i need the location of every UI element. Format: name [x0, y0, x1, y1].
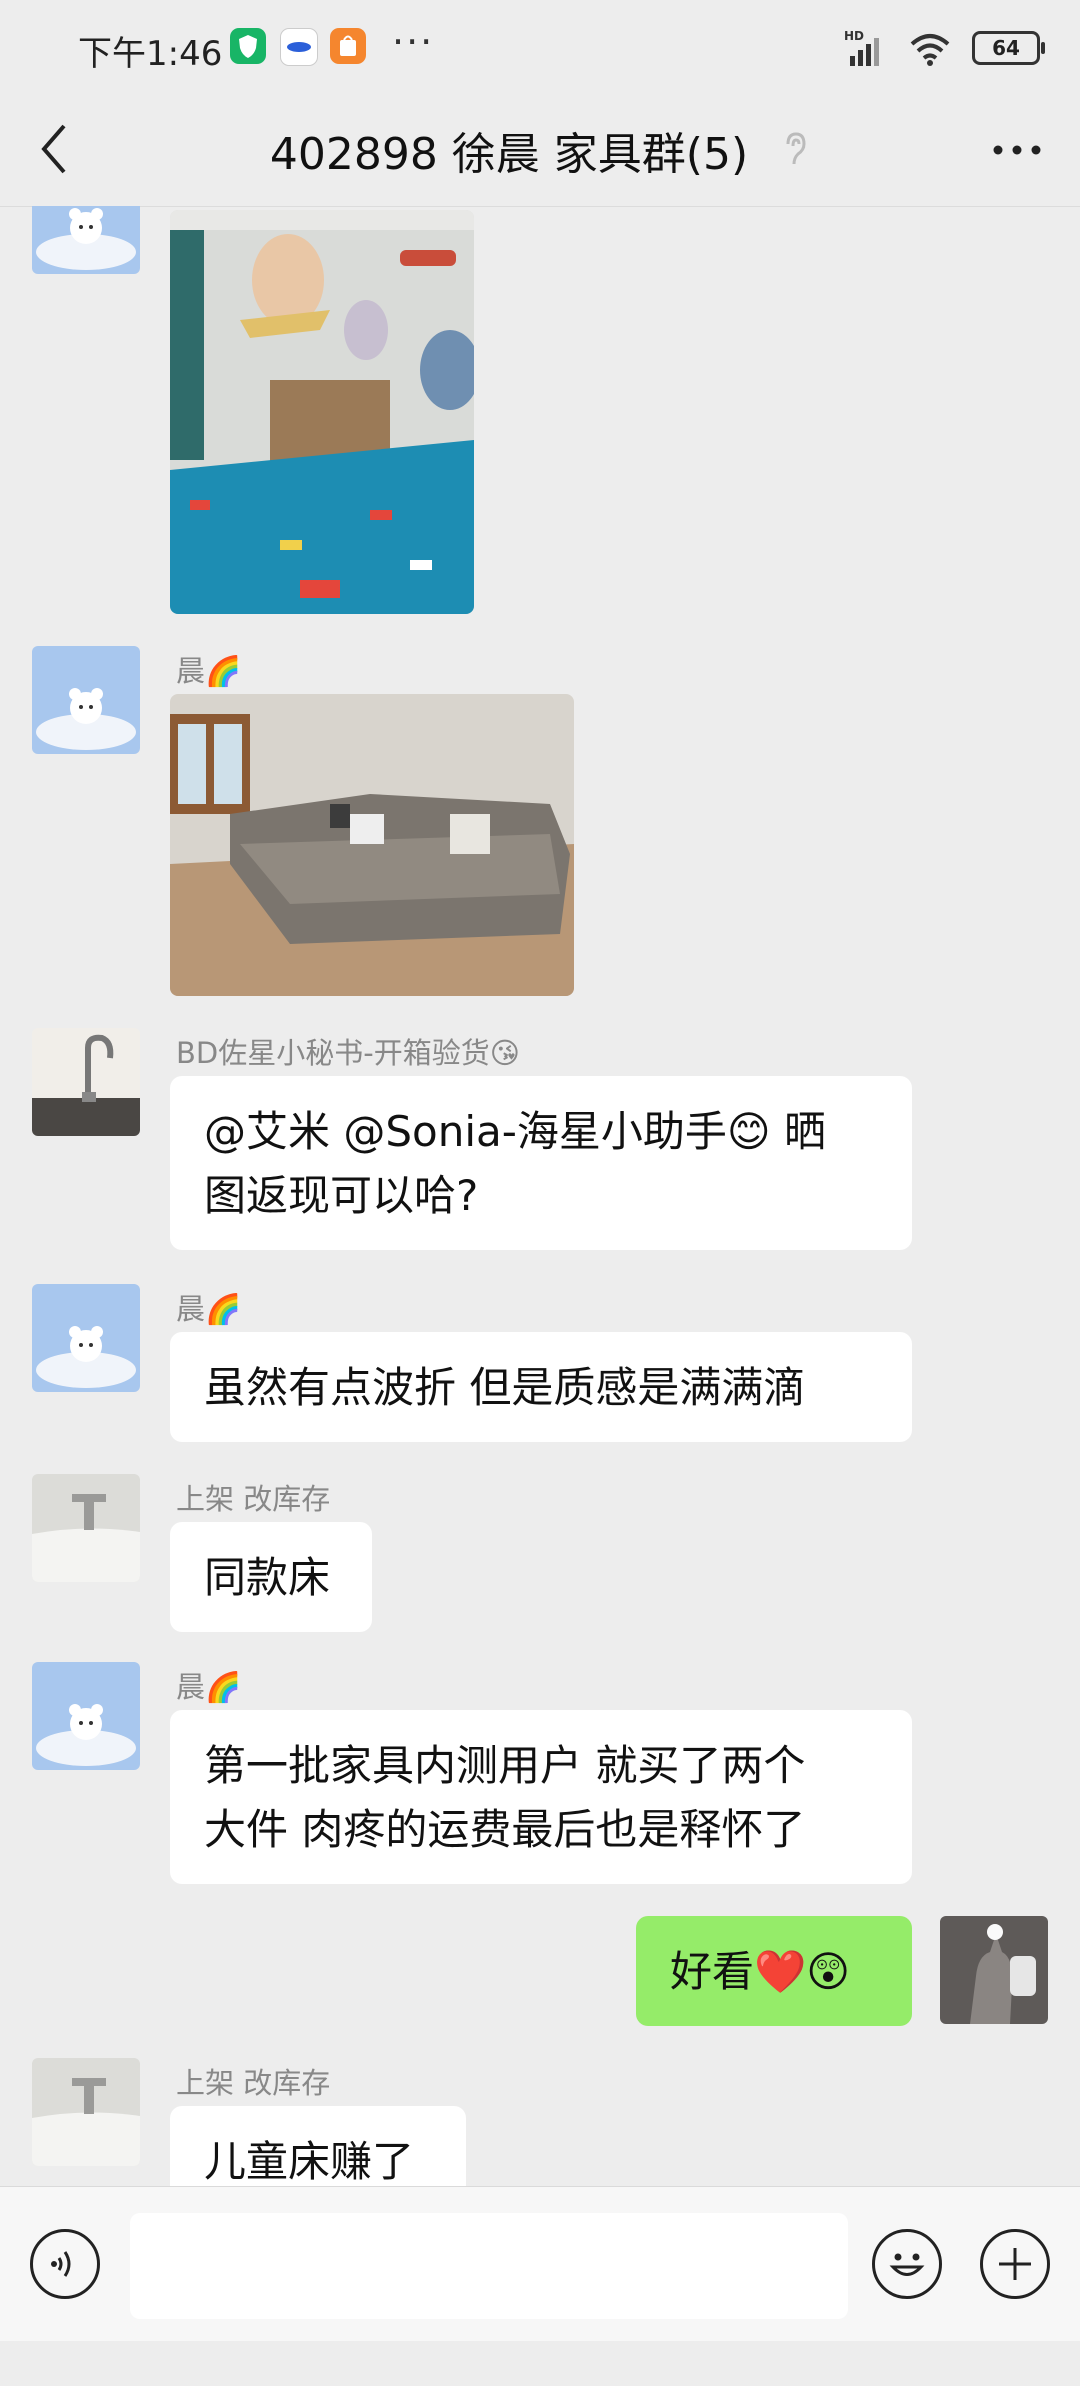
sender-name: 晨🌈: [176, 1670, 242, 1704]
message-bubble[interactable]: @艾米 @Sonia-海星小助手😊 晒 图返现可以哈?: [170, 1076, 912, 1250]
message-input[interactable]: [130, 2213, 848, 2319]
plus-icon[interactable]: [980, 2229, 1050, 2299]
message-text-line: 第一批家具内测用户 就买了两个: [204, 1741, 806, 1790]
sender-name: 上架 改库存: [176, 2066, 331, 2100]
chat-title: 402898 徐晨 家具群(5): [269, 129, 749, 180]
battery-indicator: 64: [972, 31, 1045, 65]
status-time: 下午1:46: [78, 34, 223, 74]
message-text: 好看❤️😲: [670, 1947, 851, 1996]
avatar[interactable]: [32, 1662, 140, 1770]
sender-name: 上架 改库存: [176, 1482, 331, 1516]
avatar[interactable]: [32, 646, 140, 754]
avatar[interactable]: [32, 206, 140, 274]
message-text-line: 图返现可以哈?: [204, 1171, 479, 1220]
chat-title-container: 402898 徐晨 家具群(5): [0, 118, 1080, 182]
message-text-line: @艾米 @Sonia-海星小助手😊 晒: [204, 1107, 827, 1156]
chat-header: 402898 徐晨 家具群(5): [0, 96, 1080, 207]
shopping-app-icon: [330, 28, 366, 64]
voice-icon[interactable]: [30, 2229, 100, 2299]
avatar[interactable]: [32, 1284, 140, 1392]
eye-app-icon: [280, 28, 318, 66]
sender-name: BD佐星小秘书-开箱验货😘: [176, 1036, 520, 1070]
my-avatar[interactable]: [940, 1916, 1048, 2024]
message-list[interactable]: 晨🌈 BD佐星小秘书-开箱验货😘 @艾米 @Sonia-海星小助手😊 晒 图返现…: [0, 206, 1080, 2386]
my-message-bubble[interactable]: 好看❤️😲: [636, 1916, 912, 2026]
message-text: 虽然有点波折 但是质感是满满滴: [204, 1363, 806, 1412]
more-options-icon[interactable]: [990, 130, 1044, 170]
message-bubble[interactable]: 第一批家具内测用户 就买了两个 大件 肉疼的运费最后也是释怀了: [170, 1710, 912, 1884]
signal-icon: HD: [844, 29, 879, 66]
sender-name: 晨🌈: [176, 1292, 242, 1326]
message-text: 同款床: [204, 1553, 331, 1602]
message-text: 儿童床赚了: [204, 2137, 415, 2186]
wifi-icon: [910, 34, 950, 66]
message-bubble[interactable]: 同款床: [170, 1522, 372, 1632]
shield-app-icon: [230, 28, 266, 64]
input-bar: [0, 2186, 1080, 2341]
more-notifications-icon: ···: [392, 20, 435, 64]
message-bubble[interactable]: 虽然有点波折 但是质感是满满滴: [170, 1332, 912, 1442]
earpiece-mode-icon: [786, 132, 806, 165]
avatar[interactable]: [32, 1474, 140, 1582]
avatar[interactable]: [32, 2058, 140, 2166]
status-bar: 下午1:46 ··· HD 64: [0, 0, 1080, 96]
emoji-icon[interactable]: [872, 2229, 942, 2299]
avatar[interactable]: [32, 1028, 140, 1136]
sofa-photo[interactable]: [170, 694, 574, 996]
bedroom-photo[interactable]: [170, 210, 474, 614]
svg-text:HD: HD: [844, 29, 864, 43]
sender-name: 晨🌈: [176, 654, 242, 688]
message-text-line: 大件 肉疼的运费最后也是释怀了: [204, 1805, 806, 1854]
